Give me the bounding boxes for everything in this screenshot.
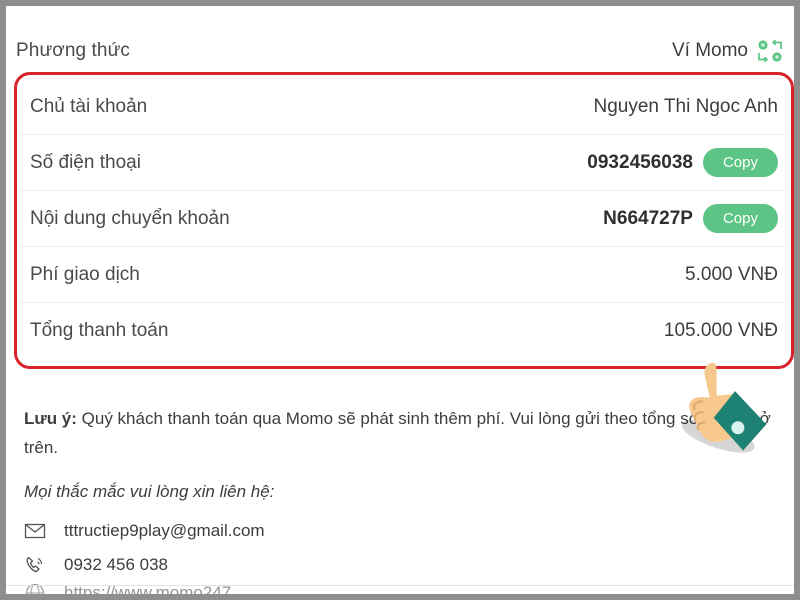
row-value-group: N664727P Copy	[603, 204, 778, 233]
list-item[interactable]: tttructiep9play@gmail.com	[24, 514, 624, 548]
pointing-hand-cursor	[666, 351, 786, 461]
payment-method-label: Phương thức	[16, 40, 130, 61]
screenshot-root: Phương thức Ví Momo Chủ tài khoản Nguyen…	[0, 0, 800, 600]
note-prefix: Lưu ý:	[24, 409, 77, 428]
page-surface: Phương thức Ví Momo Chủ tài khoản Nguyen…	[6, 6, 794, 594]
transfer-exchange-icon	[756, 37, 784, 65]
row-value: 105.000 VNĐ	[663, 319, 778, 341]
payment-detail-table: Chủ tài khoản Nguyen Thi Ngoc Anh Số điệ…	[20, 78, 786, 358]
row-value-group: 105.000 VNĐ	[664, 320, 778, 342]
copy-phone-button[interactable]: Copy	[702, 148, 778, 177]
contact-phone: 0932 456 038	[64, 555, 168, 574]
envelope-icon	[24, 520, 46, 542]
table-row: Phí giao dịch 5.000 VNĐ	[20, 246, 786, 302]
contact-list: tttructiep9play@gmail.com 0932 456 038 h…	[24, 514, 624, 594]
copy-transfer-content-button[interactable]: Copy	[702, 204, 778, 233]
row-value-group: 0932456038 Copy	[587, 148, 778, 177]
table-row: Tổng thanh toán 105.000 VNĐ	[20, 302, 786, 358]
row-value-group: 5.000 VNĐ	[685, 264, 778, 286]
payment-method-value: Ví Momo	[671, 40, 748, 61]
list-item[interactable]: https://www.momo247	[24, 582, 624, 594]
row-value-group: Nguyen Thi Ngoc Anh	[594, 96, 779, 118]
payment-method-row: Phương thức Ví Momo	[16, 30, 784, 72]
row-label: Chủ tài khoản	[30, 95, 148, 117]
list-item[interactable]: 0932 456 038	[24, 548, 624, 582]
row-label: Nội dung chuyển khoản	[30, 207, 230, 229]
contact-title: Mọi thắc mắc vui lòng xin liên hệ:	[24, 482, 275, 501]
table-row: Nội dung chuyển khoản N664727P Copy	[20, 190, 786, 246]
row-label: Tổng thanh toán	[30, 319, 169, 341]
row-label: Phí giao dịch	[30, 263, 140, 285]
table-row: Số điện thoại 0932456038 Copy	[20, 134, 786, 190]
contact-email: tttructiep9play@gmail.com	[64, 521, 265, 540]
row-value: 0932456038	[587, 151, 693, 173]
globe-icon	[24, 582, 46, 594]
bottom-divider	[6, 585, 794, 586]
note-body: Quý khách thanh toán qua Momo sẽ phát si…	[24, 409, 771, 457]
table-row: Chủ tài khoản Nguyen Thi Ngoc Anh	[20, 78, 786, 134]
payment-method-value-group: Ví Momo	[672, 37, 784, 65]
row-label: Số điện thoại	[30, 151, 141, 173]
phone-icon	[24, 554, 46, 576]
note-text: Lưu ý: Quý khách thanh toán qua Momo sẽ …	[24, 404, 774, 462]
row-value: 5.000 VNĐ	[685, 263, 778, 285]
row-value: N664727P	[603, 207, 693, 229]
row-value: Nguyen Thi Ngoc Anh	[593, 95, 779, 117]
